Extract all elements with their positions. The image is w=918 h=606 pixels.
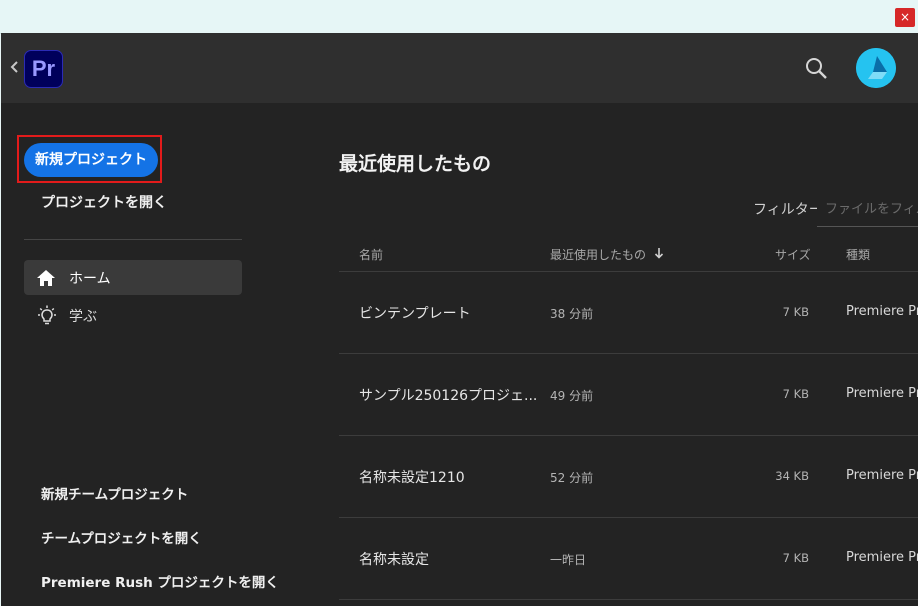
home-icon	[36, 269, 56, 287]
sidebar: 新規プロジェクト プロジェクトを開く ホーム 学ぶ 新規チームプロジェクト チー…	[1, 103, 279, 606]
search-icon[interactable]	[804, 56, 828, 80]
table-row[interactable]: 名称未設定 一昨日 7 KB Premiere Pro	[339, 518, 918, 600]
file-type: Premiere Pro	[846, 550, 918, 565]
table-header: 名前 最近使用したもの サイズ 種類	[339, 237, 918, 272]
column-header-type[interactable]: 種類	[846, 246, 870, 263]
column-header-recent-label: 最近使用したもの	[550, 248, 647, 262]
back-chevron-icon[interactable]	[9, 57, 21, 77]
new-team-project-link[interactable]: 新規チームプロジェクト	[41, 483, 188, 503]
file-size: 7 KB	[782, 551, 809, 565]
sort-descending-icon	[654, 247, 664, 262]
file-size: 7 KB	[782, 387, 809, 401]
column-header-size[interactable]: サイズ	[775, 246, 811, 263]
premiere-home-window: Pr 新規プロジェクト プロジェクトを開く ホーム 学ぶ 新規チームプロジェクト…	[1, 33, 918, 606]
file-size: 7 KB	[782, 305, 809, 319]
sidebar-divider	[24, 239, 242, 240]
premiere-pro-logo: Pr	[24, 50, 63, 88]
file-type: Premiere Pro	[846, 468, 918, 483]
page-title: 最近使用したもの	[339, 153, 492, 175]
window-close-button[interactable]: ×	[895, 8, 915, 27]
open-rush-project-link[interactable]: Premiere Rush プロジェクトを開く	[41, 571, 279, 591]
app-header: Pr	[1, 33, 918, 103]
nav-item-home-label: ホーム	[69, 271, 111, 287]
file-recent: 一昨日	[550, 553, 587, 567]
nav-item-home[interactable]: ホーム	[24, 260, 242, 295]
table-row[interactable]: 名称未設定1210 52 分前 34 KB Premiere Pro	[339, 436, 918, 518]
new-project-button[interactable]: 新規プロジェクト	[24, 143, 158, 177]
file-name: 名称未設定1210	[359, 470, 465, 486]
user-avatar[interactable]	[856, 48, 896, 88]
file-recent: 52 分前	[550, 471, 594, 485]
file-type: Premiere Pro	[846, 386, 918, 401]
lightbulb-icon	[36, 305, 58, 327]
file-size: 34 KB	[775, 469, 809, 483]
open-project-link[interactable]: プロジェクトを開く	[41, 192, 167, 212]
file-name: 名称未設定	[359, 552, 429, 568]
table-row[interactable]: サンプル250126プロジェ... 49 分前 7 KB Premiere Pr…	[339, 354, 918, 436]
recent-files-table: 名前 最近使用したもの サイズ 種類 ビンテンプレート 38 分前 7 KB P…	[339, 237, 918, 600]
table-row[interactable]: ビンテンプレート 38 分前 7 KB Premiere Pro	[339, 272, 918, 354]
column-header-name[interactable]: 名前	[359, 246, 383, 263]
nav-item-learn[interactable]: 学ぶ	[24, 298, 242, 333]
open-team-project-link[interactable]: チームプロジェクトを開く	[41, 527, 202, 547]
file-name: ビンテンプレート	[359, 306, 471, 322]
main-content: 最近使用したもの フィルター 名前 最近使用したもの サイズ 種類 ビンテンプレ…	[271, 103, 918, 606]
filter-input[interactable]	[817, 193, 918, 227]
filter-label: フィルター	[753, 202, 823, 218]
file-recent: 38 分前	[550, 307, 594, 321]
nav-item-learn-label: 学ぶ	[69, 309, 97, 325]
file-recent: 49 分前	[550, 389, 594, 403]
column-header-recent[interactable]: 最近使用したもの	[550, 246, 664, 263]
window-titlebar: ×	[0, 0, 918, 34]
file-name: サンプル250126プロジェ...	[359, 388, 538, 404]
file-type: Premiere Pro	[846, 304, 918, 319]
